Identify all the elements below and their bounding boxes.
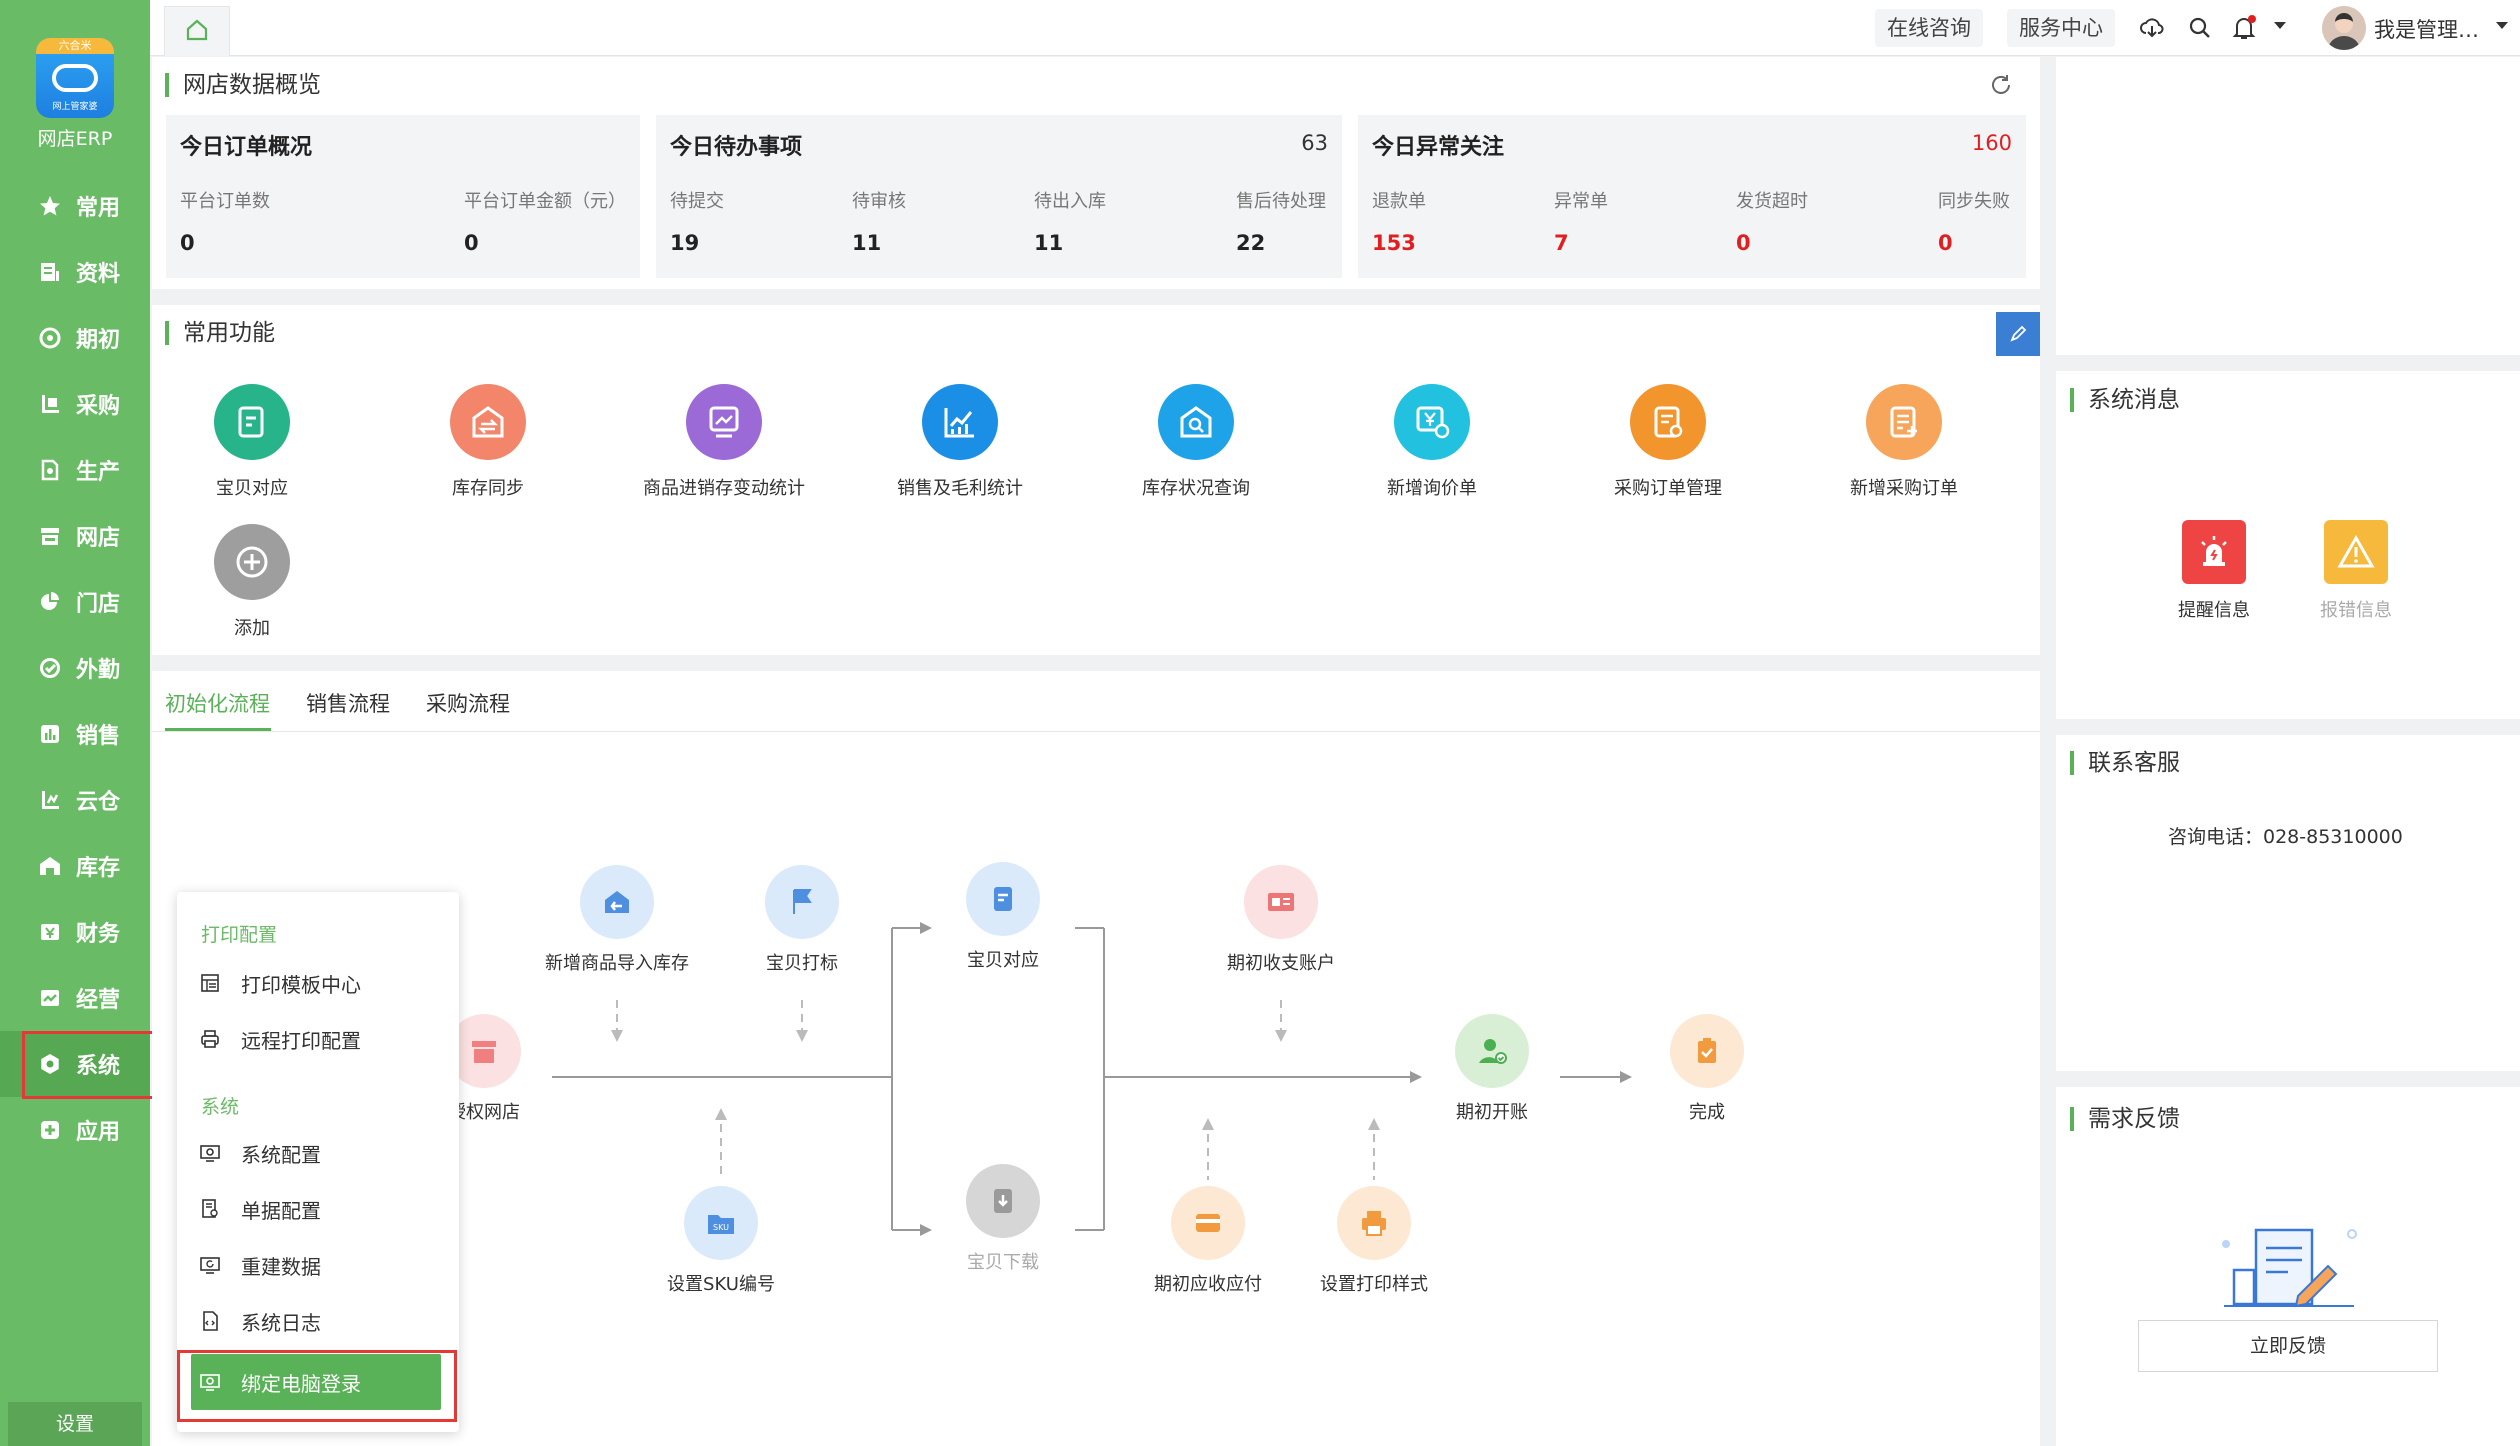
flow-node-label: 宝贝对应: [967, 950, 1039, 971]
flow-node-label: 期初收支账户: [1227, 953, 1335, 974]
error-info-label: 报错信息: [2320, 600, 2392, 621]
goods-match-icon: [966, 862, 1040, 936]
user-check-icon: [1455, 1014, 1529, 1088]
flow-node-label: 宝贝下载: [967, 1252, 1039, 1273]
menu-item-label: 系统配置: [241, 1142, 321, 1167]
flow-node-init-account[interactable]: 期初收支账户: [1161, 865, 1401, 975]
menu-item-system-log[interactable]: 系统日志: [199, 1304, 321, 1338]
flow-node-match-goods[interactable]: 宝贝对应: [883, 862, 1123, 972]
sku-folder-icon: SKU: [684, 1186, 758, 1260]
monitor-refresh-icon: [199, 1254, 221, 1276]
svg-text:SKU: SKU: [713, 1223, 729, 1232]
right-top-panel: [2056, 57, 2520, 355]
menu-item-label: 打印模板中心: [241, 972, 361, 997]
flow-node-download-goods[interactable]: 宝贝下载: [883, 1164, 1123, 1274]
cloud-download-icon[interactable]: [2138, 14, 2166, 42]
menu-item-label: 单据配置: [241, 1198, 321, 1223]
menu-item-label: 重建数据: [241, 1254, 321, 1279]
user-name[interactable]: 我是管理…: [2374, 14, 2479, 44]
warning-icon: [2324, 520, 2388, 584]
alert-info-button[interactable]: 提醒信息: [2154, 520, 2274, 622]
messages-title: 系统消息: [2070, 388, 2180, 412]
printer-icon: [1337, 1186, 1411, 1260]
flow-node-label: 完成: [1689, 1102, 1725, 1123]
error-info-button[interactable]: 报错信息: [2296, 520, 2416, 622]
printer-icon: [199, 1028, 221, 1050]
alarm-icon: [2182, 520, 2246, 584]
notification-dropdown-icon[interactable]: [2274, 22, 2286, 29]
menu-group-system: 系统: [201, 1096, 240, 1118]
highlight-box: [177, 1350, 457, 1422]
customer-service-panel: [2056, 735, 2520, 1071]
menu-item-label: 远程打印配置: [241, 1028, 361, 1053]
flow-node-init-open[interactable]: 期初开账: [1372, 1014, 1612, 1124]
flow-node-label: 设置SKU编号: [667, 1274, 775, 1295]
search-icon[interactable]: [2186, 14, 2214, 42]
import-goods-icon: [580, 865, 654, 939]
menu-item-doc-config[interactable]: 单据配置: [199, 1192, 321, 1226]
log-file-icon: [199, 1310, 221, 1332]
wallet-icon: [1171, 1186, 1245, 1260]
service-title: 联系客服: [2070, 751, 2180, 775]
messages-panel: [2056, 371, 2520, 719]
clipboard-check-icon: [1670, 1014, 1744, 1088]
alert-info-label: 提醒信息: [2178, 600, 2250, 621]
flow-node-print-style[interactable]: 设置打印样式: [1254, 1186, 1494, 1296]
bell-icon[interactable]: [2230, 14, 2258, 42]
flow-node-done[interactable]: 完成: [1587, 1014, 1827, 1124]
account-card-icon: [1244, 865, 1318, 939]
flow-node-label: 设置打印样式: [1320, 1274, 1428, 1295]
service-phone: 咨询电话：028-85310000: [2168, 826, 2403, 848]
chevron-down-icon[interactable]: [2496, 22, 2508, 29]
document-gear-icon: [199, 1198, 221, 1220]
menu-item-system-config[interactable]: 系统配置: [199, 1136, 321, 1170]
menu-item-print-template[interactable]: 打印模板中心: [199, 966, 361, 1000]
avatar[interactable]: [2322, 6, 2366, 50]
flow-node-label: 期初开账: [1456, 1102, 1528, 1123]
monitor-gear-icon: [199, 1142, 221, 1164]
feedback-button[interactable]: 立即反馈: [2138, 1320, 2438, 1372]
menu-item-label: 系统日志: [241, 1310, 321, 1335]
menu-group-print: 打印配置: [201, 924, 278, 946]
feedback-title: 需求反馈: [2070, 1107, 2180, 1131]
download-goods-icon: [966, 1164, 1040, 1238]
template-icon: [199, 972, 221, 994]
feedback-illustration-icon: [2220, 1220, 2360, 1316]
flow-node-sku-code[interactable]: SKU 设置SKU编号: [601, 1186, 841, 1296]
menu-item-rebuild-data[interactable]: 重建数据: [199, 1248, 321, 1282]
flag-icon: [765, 865, 839, 939]
menu-item-remote-print[interactable]: 远程打印配置: [199, 1022, 361, 1056]
